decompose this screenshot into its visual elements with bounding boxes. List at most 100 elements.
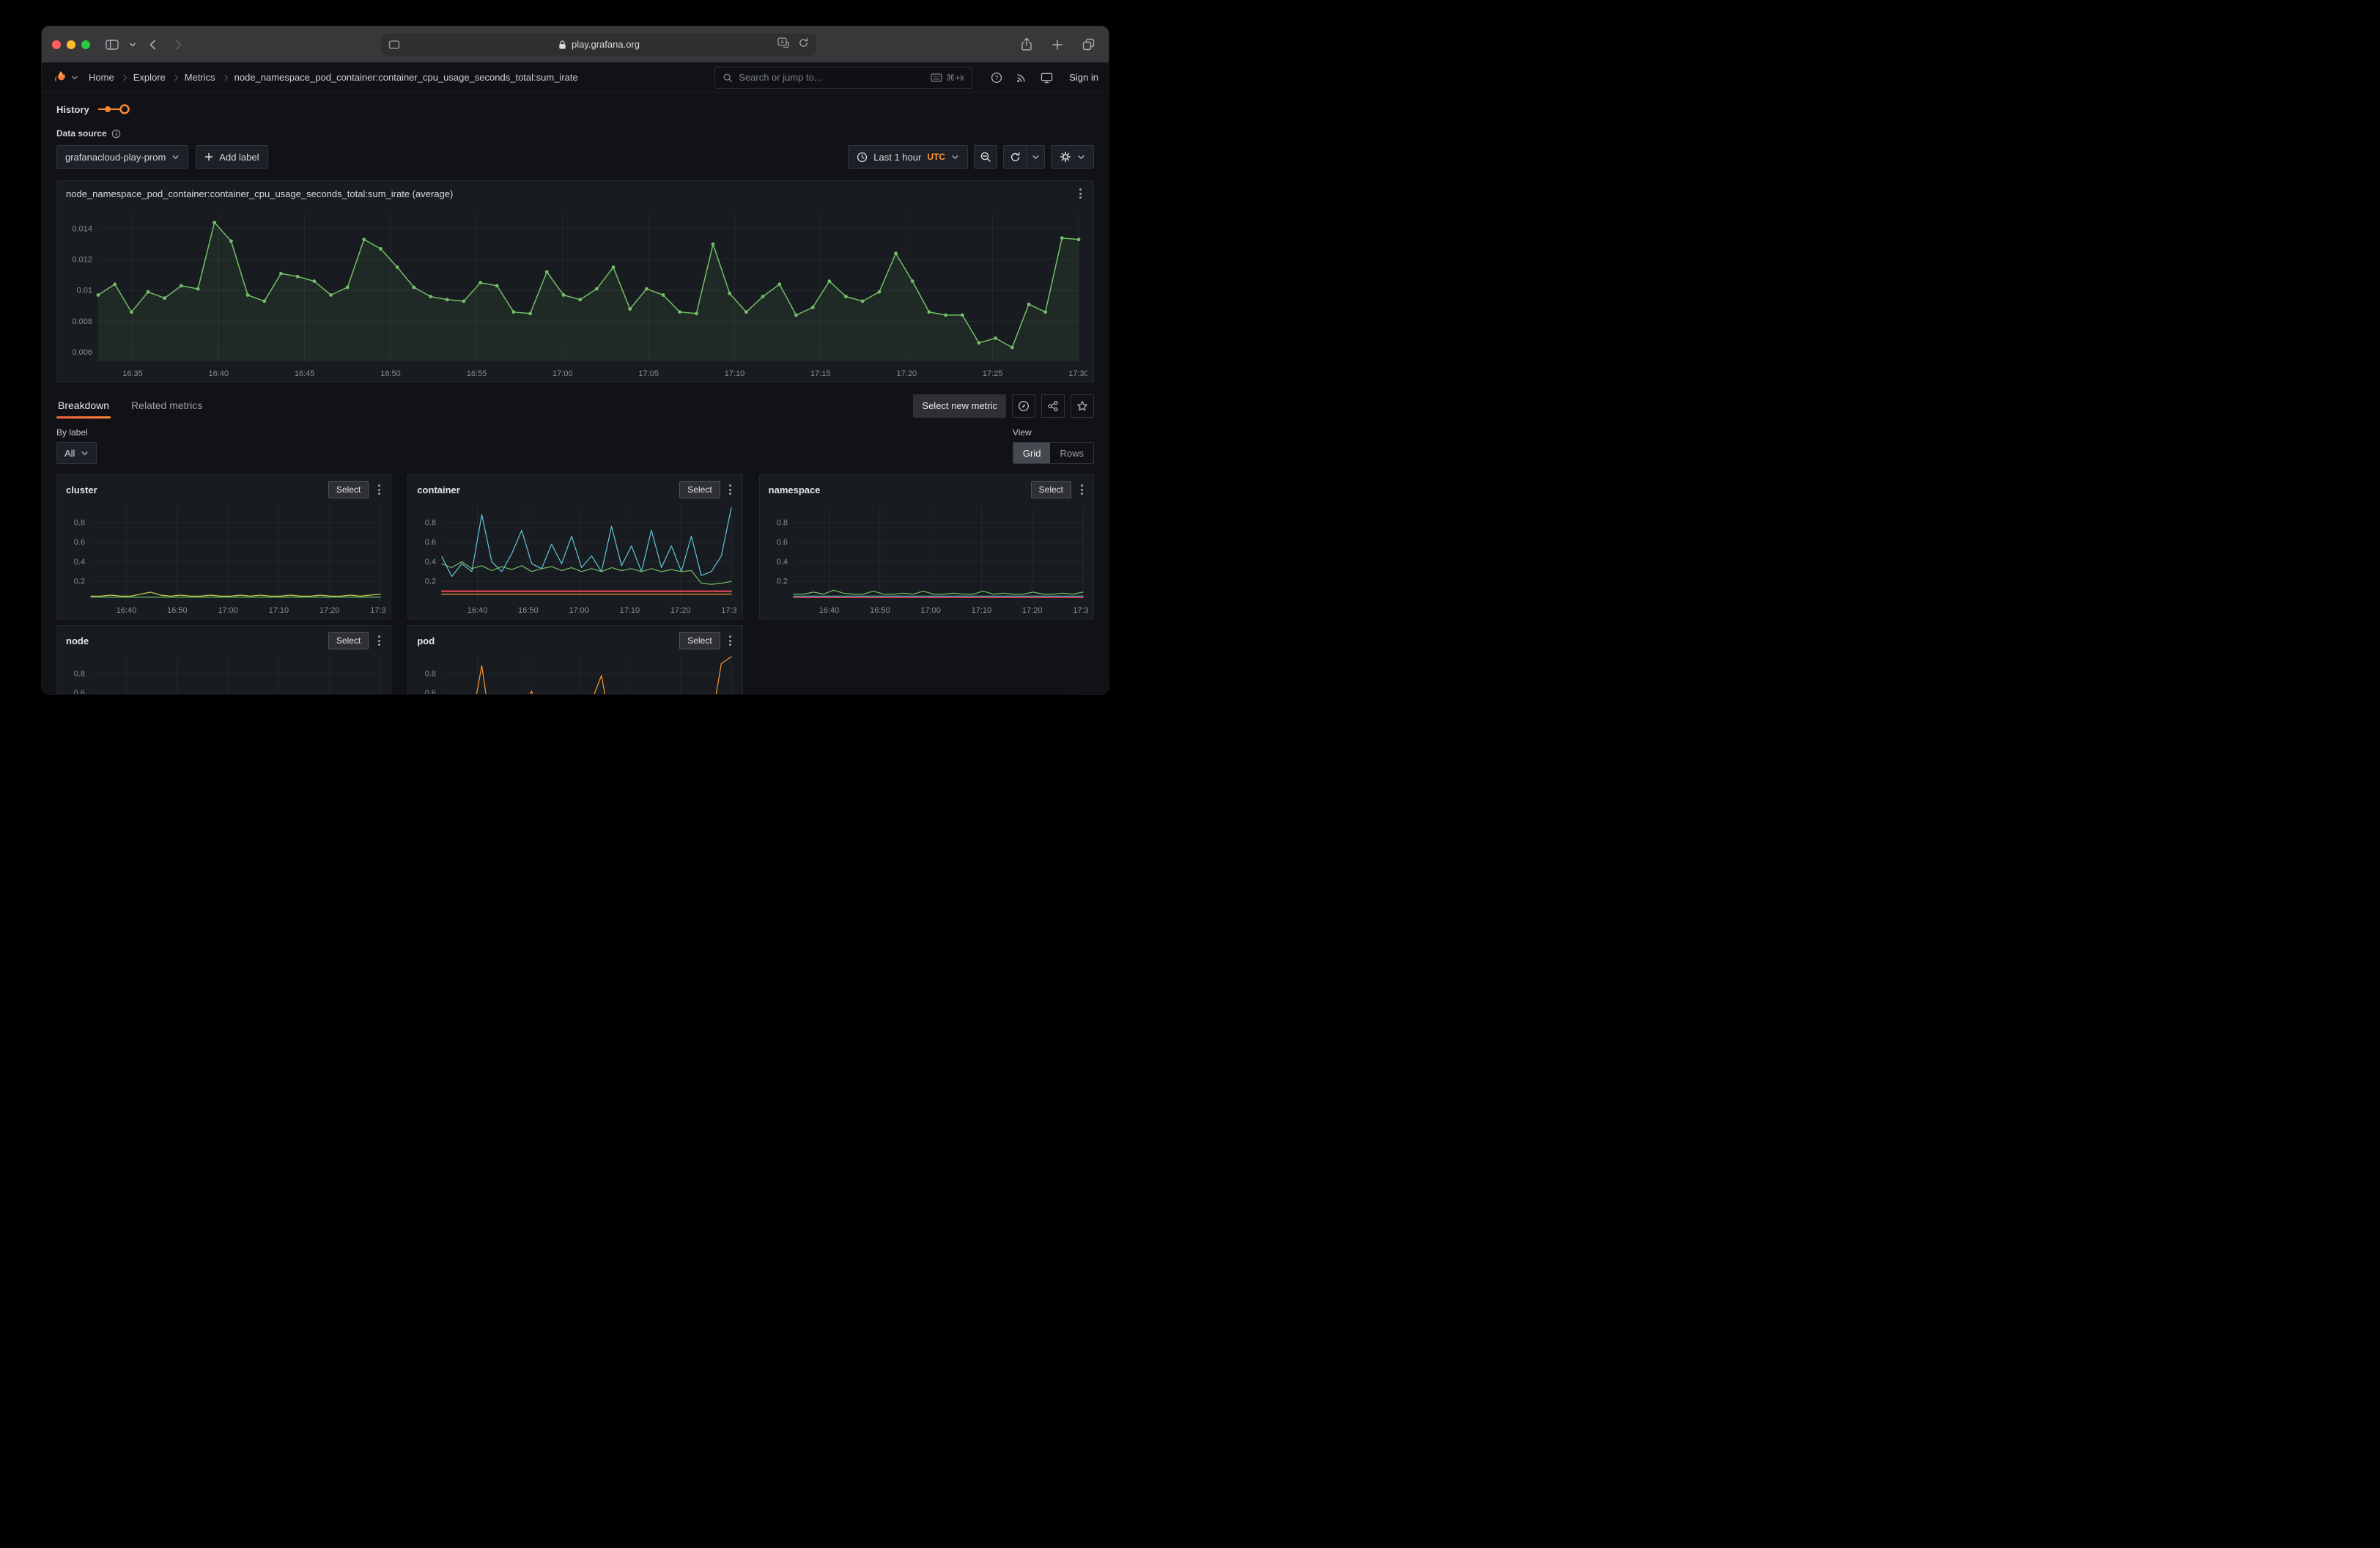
breakdown-grid: cluster Select 0.20.40.60.816:4016:5017:… [56, 474, 1094, 694]
star-icon [1076, 400, 1088, 412]
svg-text:17:05: 17:05 [638, 369, 659, 378]
breadcrumb-explore[interactable]: Explore [133, 72, 166, 83]
tabs-row: Breakdown Related metrics Select new met… [56, 393, 1094, 419]
svg-text:17:20: 17:20 [319, 606, 340, 615]
select-button[interactable]: Select [1031, 481, 1071, 498]
svg-text:16:45: 16:45 [295, 369, 315, 378]
page-preview-icon[interactable] [388, 40, 400, 50]
svg-text:0.6: 0.6 [425, 538, 436, 547]
tab-related-metrics[interactable]: Related metrics [130, 393, 204, 419]
breakdown-panel: namespace Select 0.20.40.60.816:4016:501… [759, 474, 1094, 619]
refresh-button[interactable] [1003, 145, 1027, 169]
zoom-out-time-button[interactable] [974, 145, 997, 169]
browser-toolbar: play.grafana.org A [42, 26, 1109, 63]
translate-icon[interactable]: A [777, 37, 789, 51]
kebab-menu-icon[interactable] [725, 482, 736, 497]
monitor-icon[interactable] [1035, 67, 1057, 89]
breadcrumb: Home Explore Metrics node_namespace_pod_… [89, 72, 578, 83]
breakdown-panel-chart[interactable]: 0.20.40.60.816:4016:5017:0017:1017:2017:… [62, 500, 386, 617]
view-toggle: Grid Rows [1013, 442, 1094, 464]
view-rows-button[interactable]: Rows [1050, 443, 1093, 463]
add-label-button[interactable]: Add label [196, 145, 267, 169]
time-range-picker[interactable]: Last 1 hour UTC [848, 145, 968, 169]
grafana-top-nav: Home Explore Metrics node_namespace_pod_… [42, 63, 1109, 92]
close-window-button[interactable] [52, 40, 61, 49]
grafana-logo[interactable] [52, 70, 78, 86]
reload-icon[interactable] [798, 37, 809, 52]
time-controls: Last 1 hour UTC [848, 145, 1094, 169]
svg-text:0.4: 0.4 [776, 558, 787, 567]
breakdown-panel-chart[interactable]: 0.20.40.60.816:4016:5017:0017:1017:2017:… [413, 651, 737, 694]
settings-button[interactable] [1051, 145, 1094, 169]
breakdown-panel-header: cluster Select [57, 475, 391, 498]
browser-window: play.grafana.org A [42, 26, 1109, 694]
svg-text:17:15: 17:15 [810, 369, 831, 378]
breadcrumb-metrics[interactable]: Metrics [185, 72, 215, 83]
svg-text:17:10: 17:10 [725, 369, 745, 378]
browser-toolbar-right [1016, 34, 1098, 55]
breakdown-panel-chart[interactable]: 0.20.40.60.816:4016:5017:0017:1017:2017:… [764, 500, 1089, 617]
tab-breakdown[interactable]: Breakdown [56, 393, 111, 419]
share-metric-button[interactable] [1041, 394, 1065, 418]
sign-in-button[interactable]: Sign in [1069, 72, 1098, 83]
back-icon[interactable] [143, 34, 163, 55]
svg-text:0.006: 0.006 [72, 348, 92, 357]
breakdown-panel-chart[interactable]: 0.20.40.60.816:4016:5017:0017:1017:2017:… [413, 500, 737, 617]
svg-text:16:40: 16:40 [209, 369, 229, 378]
svg-text:16:50: 16:50 [167, 606, 188, 615]
favorite-star-button[interactable] [1071, 394, 1094, 418]
forward-icon[interactable] [168, 34, 188, 55]
explore-compass-button[interactable] [1012, 394, 1035, 418]
select-button[interactable]: Select [679, 632, 720, 649]
kebab-menu-icon[interactable] [1074, 186, 1086, 201]
global-search-box[interactable]: ⌘+k [714, 67, 972, 89]
kebab-menu-icon[interactable] [373, 633, 385, 648]
share-icon[interactable] [1016, 34, 1037, 55]
help-icon[interactable]: ? [986, 67, 1008, 89]
select-button[interactable]: Select [328, 632, 369, 649]
select-button[interactable]: Select [328, 481, 369, 498]
svg-text:16:40: 16:40 [117, 606, 137, 615]
kebab-menu-icon[interactable] [1076, 482, 1087, 497]
breakdown-panel-chart[interactable]: 0.20.40.60.816:4016:5017:0017:1017:2017:… [62, 651, 386, 694]
svg-text:0.014: 0.014 [72, 225, 92, 234]
search-icon [722, 73, 733, 83]
search-input[interactable] [739, 72, 925, 83]
news-rss-icon[interactable] [1010, 67, 1032, 89]
history-timeline-icon[interactable] [97, 103, 130, 115]
svg-text:17:00: 17:00 [920, 606, 941, 615]
by-label-label: By label [56, 427, 97, 438]
zoom-window-button[interactable] [81, 40, 90, 49]
clock-icon [857, 152, 868, 163]
svg-text:16:35: 16:35 [122, 369, 143, 378]
svg-text:0.01: 0.01 [77, 287, 92, 295]
kebab-menu-icon[interactable] [725, 633, 736, 648]
chevron-down-icon [71, 74, 78, 81]
datasource-picker[interactable]: grafanacloud-play-prom [56, 145, 188, 169]
view-grid-button[interactable]: Grid [1013, 443, 1051, 463]
select-button[interactable]: Select [679, 481, 720, 498]
breadcrumb-home[interactable]: Home [89, 72, 114, 83]
kebab-menu-icon[interactable] [373, 482, 385, 497]
by-label-dropdown[interactable]: All [56, 442, 97, 464]
zoom-out-icon [980, 151, 991, 163]
main-metric-chart[interactable]: 0.0060.0080.010.0120.01416:3516:4016:451… [63, 206, 1087, 380]
address-text: play.grafana.org [572, 39, 640, 50]
svg-text:16:40: 16:40 [468, 606, 488, 615]
svg-text:17:30: 17:30 [722, 606, 738, 615]
refresh-interval-dropdown[interactable] [1026, 145, 1045, 169]
query-controls-row: grafanacloud-play-prom Add label Last 1 … [56, 145, 1094, 169]
breadcrumb-separator-icon [120, 74, 126, 80]
select-new-metric-button[interactable]: Select new metric [913, 394, 1006, 418]
timezone-label: UTC [927, 152, 945, 162]
sidebar-toggle-icon[interactable] [102, 34, 122, 55]
breadcrumb-current-metric: node_namespace_pod_container:container_c… [234, 72, 578, 83]
svg-text:0.6: 0.6 [776, 538, 787, 547]
address-bar[interactable]: play.grafana.org A [381, 34, 816, 56]
explore-metrics-content: History Data source grafanacloud- [42, 92, 1109, 694]
chevron-down-icon[interactable] [127, 34, 138, 55]
minimize-window-button[interactable] [67, 40, 75, 49]
tab-overview-icon[interactable] [1078, 34, 1098, 55]
new-tab-icon[interactable] [1047, 34, 1068, 55]
info-icon[interactable] [111, 129, 121, 139]
